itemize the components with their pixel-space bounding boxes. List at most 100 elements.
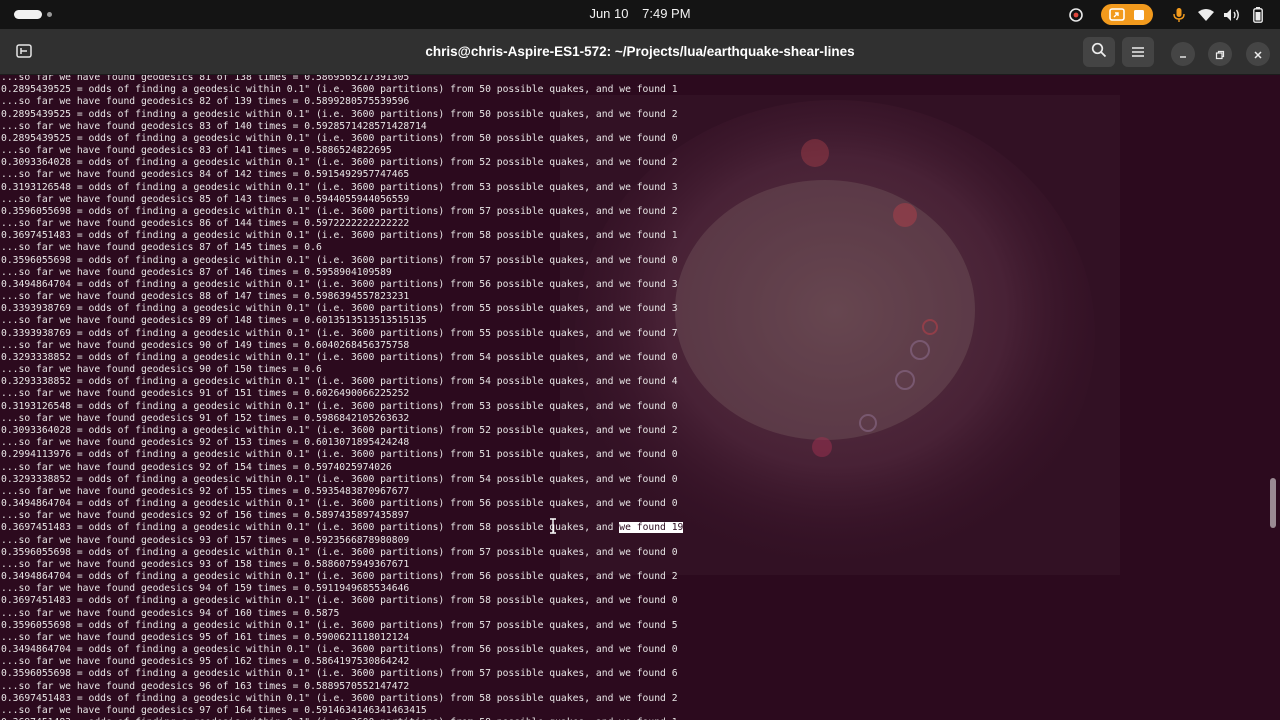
terminal-line-text: ...so far we have found geodesics 85 of … [1, 193, 410, 205]
terminal-line-text: ...so far we have found geodesics 87 of … [1, 266, 392, 278]
terminal-line: 0.3596055698 = odds of finding a geodesi… [1, 620, 683, 632]
terminal-line: ...so far we have found geodesics 91 of … [1, 413, 683, 425]
terminal-line: ...so far we have found geodesics 93 of … [1, 559, 683, 571]
terminal-line: ...so far we have found geodesics 88 of … [1, 291, 683, 303]
terminal-line-text: ...so far we have found geodesics 97 of … [1, 704, 427, 716]
terminal-line: ...so far we have found geodesics 83 of … [1, 145, 683, 157]
terminal-line-text: 0.3697451483 = odds of finding a geodesi… [1, 522, 620, 534]
clock-time[interactable]: 7:49 PM [642, 6, 690, 21]
terminal-line: ...so far we have found geodesics 87 of … [1, 267, 683, 279]
terminal-line: 0.2895439525 = odds of finding a geodesi… [1, 109, 683, 121]
terminal-line-text: ...so far we have found geodesics 96 of … [1, 680, 410, 692]
terminal-line-text: 0.3697451483 = odds of finding a geodesi… [1, 692, 678, 704]
terminal-line: 0.3393938769 = odds of finding a geodesi… [1, 303, 683, 315]
terminal-line-text: ...so far we have found geodesics 90 of … [1, 364, 322, 376]
terminal-headerbar: chris@chris-Aspire-ES1-572: ~/Projects/l… [0, 29, 1280, 75]
clock[interactable]: Jun 10 7:49 PM [0, 6, 1280, 21]
terminal-line-text: 0.3093364028 = odds of finding a geodesi… [1, 157, 678, 169]
terminal-line: 0.3293338852 = odds of finding a geodesi… [1, 376, 683, 388]
terminal-line-text: ...so far we have found geodesics 92 of … [1, 437, 410, 449]
battery-icon[interactable] [1248, 4, 1268, 25]
terminal-line-text: 0.2895439525 = odds of finding a geodesi… [1, 108, 678, 120]
terminal-line-text: ...so far we have found geodesics 95 of … [1, 631, 410, 643]
terminal-line: 0.3293338852 = odds of finding a geodesi… [1, 474, 683, 486]
search-button[interactable] [1083, 37, 1115, 67]
scrollbar-thumb[interactable] [1270, 478, 1276, 528]
terminal-line: ...so far we have found geodesics 97 of … [1, 705, 683, 717]
terminal-line: ...so far we have found geodesics 82 of … [1, 96, 683, 108]
clock-date[interactable]: Jun 10 [589, 6, 628, 21]
terminal-line-text: 0.3697451483 = odds of finding a geodesi… [1, 230, 678, 242]
terminal-line-text: 0.3293338852 = odds of finding a geodesi… [1, 473, 678, 485]
terminal-line-text: 0.2895439525 = odds of finding a geodesi… [1, 84, 678, 96]
menu-button[interactable] [1122, 37, 1154, 67]
screen-recording-indicator[interactable] [1101, 4, 1153, 25]
maximize-button[interactable] [1208, 42, 1232, 66]
terminal-line: 0.3494864704 = odds of finding a geodesi… [1, 571, 683, 583]
terminal-line-text: 0.3193126548 = odds of finding a geodesi… [1, 400, 678, 412]
terminal-line: ...so far we have found geodesics 93 of … [1, 535, 683, 547]
terminal-line: ...so far we have found geodesics 95 of … [1, 656, 683, 668]
terminal-line-text: 0.2895439525 = odds of finding a geodesi… [1, 132, 678, 144]
terminal-line-text: 0.3293338852 = odds of finding a geodesi… [1, 351, 678, 363]
terminal-line: ...so far we have found geodesics 94 of … [1, 583, 683, 595]
terminal-line-text: 0.3697451483 = odds of finding a geodesi… [1, 595, 678, 607]
terminal-line-text: 0.3193126548 = odds of finding a geodesi… [1, 181, 678, 193]
terminal-line: ...so far we have found geodesics 92 of … [1, 486, 683, 498]
wifi-icon[interactable] [1196, 4, 1216, 25]
terminal-line: 0.3193126548 = odds of finding a geodesi… [1, 401, 683, 413]
update-icon[interactable] [1066, 4, 1086, 25]
minimize-button[interactable] [1171, 42, 1195, 66]
terminal-line: ...so far we have found geodesics 84 of … [1, 169, 683, 181]
terminal-view[interactable]: ...so far we have found geodesics 81 of … [0, 75, 1280, 720]
terminal-line-text: ...so far we have found geodesics 95 of … [1, 656, 410, 668]
terminal-line: ...so far we have found geodesics 81 of … [1, 75, 683, 84]
terminal-line-text: 0.3596055698 = odds of finding a geodesi… [1, 254, 678, 266]
terminal-line: ...so far we have found geodesics 83 of … [1, 121, 683, 133]
terminal-line: ...so far we have found geodesics 86 of … [1, 218, 683, 230]
terminal-line-text: 0.3494864704 = odds of finding a geodesi… [1, 644, 678, 656]
terminal-line-text: 0.3596055698 = odds of finding a geodesi… [1, 668, 678, 680]
terminal-line: 0.3697451483 = odds of finding a geodesi… [1, 522, 684, 534]
microphone-icon[interactable] [1170, 4, 1188, 25]
terminal-line: ...so far we have found geodesics 91 of … [1, 388, 683, 400]
terminal-line: 0.3393938769 = odds of finding a geodesi… [1, 328, 683, 340]
terminal-line-text: 0.3494864704 = odds of finding a geodesi… [1, 278, 678, 290]
terminal-line-text: 0.3596055698 = odds of finding a geodesi… [1, 546, 678, 558]
terminal-line-text: ...so far we have found geodesics 92 of … [1, 461, 392, 473]
terminal-line-text: ...so far we have found geodesics 93 of … [1, 534, 410, 546]
terminal-line-text: ...so far we have found geodesics 94 of … [1, 607, 340, 619]
terminal-line: 0.3494864704 = odds of finding a geodesi… [1, 644, 683, 656]
terminal-line-text: 0.3393938769 = odds of finding a geodesi… [1, 303, 678, 315]
terminal-line-text: ...so far we have found geodesics 91 of … [1, 412, 410, 424]
terminal-line: ...so far we have found geodesics 96 of … [1, 681, 683, 693]
top-bar: Jun 10 7:49 PM [0, 0, 1280, 29]
terminal-line: 0.2895439525 = odds of finding a geodesi… [1, 133, 683, 145]
minimize-icon [1178, 45, 1188, 64]
terminal-line: ...so far we have found geodesics 92 of … [1, 462, 683, 474]
terminal-line: 0.3093364028 = odds of finding a geodesi… [1, 157, 683, 169]
terminal-line-text: 0.3393938769 = odds of finding a geodesi… [1, 327, 678, 339]
close-button[interactable] [1246, 42, 1270, 66]
terminal-line-text: ...so far we have found geodesics 83 of … [1, 145, 392, 157]
terminal-line-text: ...so far we have found geodesics 91 of … [1, 388, 410, 400]
terminal-line: 0.3494864704 = odds of finding a geodesi… [1, 498, 683, 510]
terminal-line: 0.3697451483 = odds of finding a geodesi… [1, 693, 683, 705]
terminal-line: ...so far we have found geodesics 85 of … [1, 194, 683, 206]
terminal-line-text: 0.3293338852 = odds of finding a geodesi… [1, 376, 678, 388]
volume-icon[interactable] [1222, 4, 1242, 25]
terminal-line-text: ...so far we have found geodesics 82 of … [1, 96, 410, 108]
terminal-line: 0.3596055698 = odds of finding a geodesi… [1, 206, 683, 218]
terminal-line-text: 0.3494864704 = odds of finding a geodesi… [1, 498, 678, 510]
terminal-output[interactable]: ...so far we have found geodesics 81 of … [1, 75, 684, 720]
terminal-line: 0.3293338852 = odds of finding a geodesi… [1, 352, 683, 364]
terminal-line: 0.3494864704 = odds of finding a geodesi… [1, 279, 683, 291]
terminal-line: ...so far we have found geodesics 95 of … [1, 632, 683, 644]
terminal-line-text: ...so far we have found geodesics 84 of … [1, 169, 410, 181]
terminal-line: 0.3093364028 = odds of finding a geodesi… [1, 425, 683, 437]
terminal-line: ...so far we have found geodesics 92 of … [1, 510, 683, 522]
terminal-line-text: ...so far we have found geodesics 93 of … [1, 558, 410, 570]
terminal-line-text: ...so far we have found geodesics 86 of … [1, 218, 410, 230]
terminal-line-text: ...so far we have found geodesics 90 of … [1, 339, 410, 351]
search-icon [1091, 42, 1107, 62]
